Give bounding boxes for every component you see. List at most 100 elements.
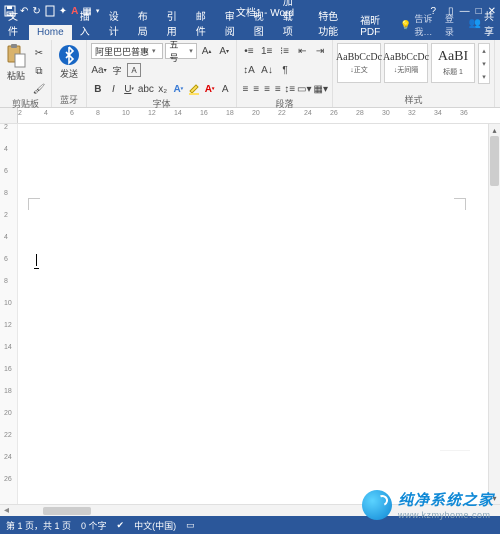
qat-icon[interactable]: ✦	[59, 6, 67, 17]
ruler-tick: 6	[70, 110, 74, 117]
status-insert-mode-icon[interactable]: ▭	[186, 520, 195, 531]
redo-icon[interactable]: ↻	[32, 6, 40, 17]
scrollbar-thumb[interactable]	[43, 507, 91, 515]
copy-icon[interactable]: ⧉	[31, 63, 47, 79]
tab-layout[interactable]: 布局	[130, 6, 159, 40]
tab-mailings[interactable]: 邮件	[188, 6, 217, 40]
tab-review[interactable]: 审阅	[217, 6, 246, 40]
style-no-spacing[interactable]: AaBbCcDc ↓无间隔	[384, 43, 428, 83]
scrollbar-horizontal[interactable]: ◂	[0, 504, 500, 516]
paste-icon	[6, 44, 26, 68]
underline-button[interactable]: U▾	[122, 81, 136, 97]
align-center-icon[interactable]: ≡	[252, 81, 261, 97]
font-name-combo[interactable]: 阿里巴巴普惠▾	[91, 43, 163, 59]
bluetooth-send-button[interactable]: 发送	[56, 43, 82, 81]
line-spacing-icon[interactable]: ↕≡	[284, 81, 295, 97]
status-word-count[interactable]: 0 个字	[81, 519, 107, 532]
style-up-icon[interactable]: ▴	[479, 44, 489, 57]
style-heading1[interactable]: AaBI 标题 1	[431, 43, 475, 83]
ruler-horizontal[interactable]: 24681012141618202224262830323436	[0, 108, 500, 124]
decrease-indent-icon[interactable]: ⇤	[294, 43, 310, 59]
char-shading-icon[interactable]: A	[218, 81, 232, 97]
ruler-tick: 6	[4, 256, 8, 263]
tab-foxit-pdf[interactable]: 福昕PDF	[352, 10, 394, 40]
highlight-icon[interactable]	[187, 81, 201, 97]
justify-icon[interactable]: ≡	[273, 81, 282, 97]
group-font: 阿里巴巴普惠▾ 五号▾ A▴ A▾ Aa▾ 字 A B I U▾ abc x₂ …	[87, 40, 237, 107]
scroll-left-icon[interactable]: ◂	[0, 505, 13, 516]
paste-button[interactable]: 粘贴	[4, 43, 28, 83]
grow-font-icon[interactable]: A▴	[199, 43, 215, 59]
tab-insert[interactable]: 插入	[72, 6, 101, 40]
show-marks-icon[interactable]: ¶	[277, 62, 293, 78]
format-painter-icon[interactable]: 🖌	[31, 81, 47, 97]
bold-button[interactable]: B	[91, 81, 105, 97]
tell-me-search[interactable]: 💡 告诉我…	[394, 10, 439, 40]
tab-special[interactable]: 特色功能	[310, 6, 352, 40]
ruler-tick: 10	[4, 300, 12, 307]
bullets-icon[interactable]: •≡	[241, 43, 257, 59]
ruler-vertical[interactable]: 24682468101214161820222426	[0, 124, 18, 504]
ruler-tick: 28	[356, 110, 364, 117]
tab-references[interactable]: 引用	[159, 6, 188, 40]
text-effect-icon[interactable]: A▾	[172, 81, 186, 97]
lightbulb-icon: 💡	[400, 20, 411, 31]
ruler-tick: 36	[460, 110, 468, 117]
scroll-down-icon[interactable]: ▾	[489, 492, 500, 504]
scrollbar-vertical[interactable]: ▴ ▾	[488, 124, 500, 504]
scrollbar-thumb[interactable]	[490, 136, 499, 186]
page-canvas[interactable]	[18, 124, 488, 504]
page-corner	[28, 198, 40, 210]
ruler-corner	[0, 108, 18, 124]
status-page[interactable]: 第 1 页，共 1 页	[6, 519, 71, 532]
sort-icon[interactable]: A↓	[259, 62, 275, 78]
ruler-tick: 18	[226, 110, 234, 117]
style-expand-icon[interactable]: ▾	[479, 70, 489, 83]
char-border-icon[interactable]: A	[127, 63, 141, 77]
change-case-icon[interactable]: Aa▾	[91, 62, 107, 78]
ruler-tick: 26	[330, 110, 338, 117]
ruler-scale: 24681012141618202224262830323436	[18, 108, 500, 124]
align-left-icon[interactable]: ≡	[241, 81, 250, 97]
strikethrough-icon[interactable]: abc	[138, 81, 154, 97]
scroll-up-icon[interactable]: ▴	[489, 124, 500, 136]
new-doc-icon[interactable]	[45, 5, 55, 17]
style-normal[interactable]: AaBbCcDc ↓正文	[337, 43, 381, 83]
ruler-tick: 8	[4, 190, 8, 197]
share-icon: 👥	[469, 18, 481, 29]
ribbon-tabs: 文件 Home 插入 设计 布局 引用 邮件 审阅 视图 加载项 特色功能 福昕…	[0, 22, 500, 40]
align-right-icon[interactable]: ≡	[263, 81, 272, 97]
tab-design[interactable]: 设计	[101, 6, 130, 40]
tab-addins[interactable]: 加载项	[275, 0, 311, 40]
shrink-font-icon[interactable]: A▾	[216, 43, 232, 59]
ruler-tick: 2	[18, 110, 22, 117]
ruler-tick: 14	[4, 344, 12, 351]
ruler-tick: 12	[4, 322, 12, 329]
share-button[interactable]: 👥 共享	[463, 6, 500, 40]
tab-file[interactable]: 文件	[0, 6, 29, 40]
status-proofing-icon[interactable]: ✔	[117, 520, 125, 531]
ruler-tick: 24	[304, 110, 312, 117]
italic-button[interactable]: I	[107, 81, 121, 97]
borders-icon[interactable]: ▦▾	[314, 81, 328, 97]
font-color-button[interactable]: A▾	[203, 81, 217, 97]
login-link[interactable]: 登录	[439, 10, 463, 40]
tab-view[interactable]: 视图	[246, 6, 275, 40]
shading-icon[interactable]: ▭▾	[297, 81, 311, 97]
ruler-tick: 12	[148, 110, 156, 117]
increase-indent-icon[interactable]: ⇥	[312, 43, 328, 59]
style-down-icon[interactable]: ▾	[479, 57, 489, 70]
multilevel-list-icon[interactable]: ⁝≡	[277, 43, 293, 59]
text-direction-icon[interactable]: ↕A	[241, 62, 257, 78]
font-size-combo[interactable]: 五号▾	[165, 43, 196, 59]
status-language[interactable]: 中文(中国)	[134, 519, 176, 532]
bluetooth-icon	[58, 44, 80, 66]
ruler-tick: 2	[4, 212, 8, 219]
cut-icon[interactable]: ✂	[31, 45, 47, 61]
group-paragraph: •≡ 1≡ ⁝≡ ⇤ ⇥ ↕A A↓ ¶ ≡ ≡ ≡ ≡ ↕≡ ▭▾ ▦▾ 段落	[237, 40, 333, 107]
tab-home[interactable]: Home	[29, 25, 72, 40]
subscript-icon[interactable]: x₂	[156, 81, 170, 97]
numbering-icon[interactable]: 1≡	[259, 43, 275, 59]
ruler-tick: 22	[4, 432, 12, 439]
phonetic-guide-icon[interactable]: 字	[109, 62, 125, 78]
